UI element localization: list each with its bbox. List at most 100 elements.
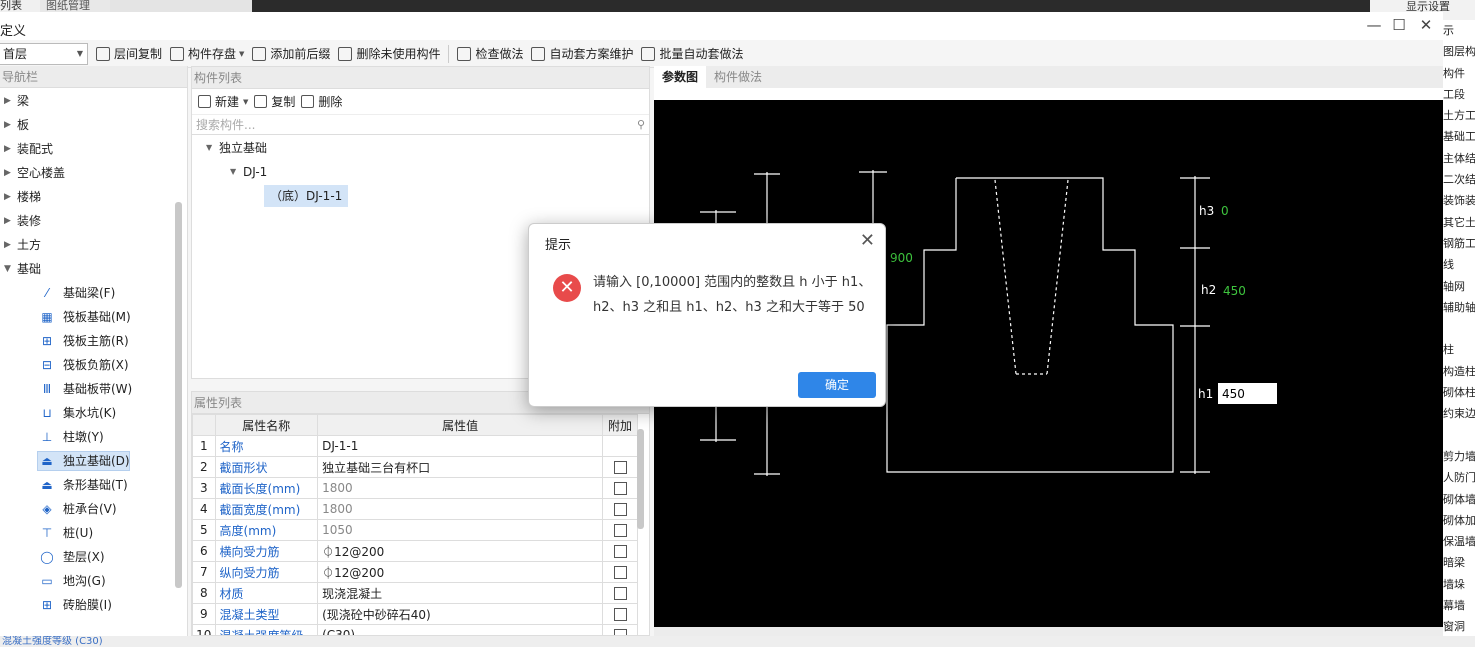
tree-node-child[interactable]: ▼ DJ-1 bbox=[192, 160, 649, 184]
extra-checkbox[interactable] bbox=[613, 608, 627, 621]
nav-subitem[interactable]: ⊔ 集水坑(K) bbox=[0, 401, 187, 425]
attribute-row[interactable]: 7 纵向受力筋 ⏀12@200 bbox=[192, 561, 638, 583]
tab-component-method[interactable]: 构件做法 bbox=[706, 66, 770, 88]
extra-checkbox[interactable] bbox=[613, 524, 627, 537]
background-right-item[interactable]: 土方工 bbox=[1443, 105, 1475, 126]
check-method-button[interactable]: 检查做法 bbox=[457, 43, 523, 65]
background-right-item[interactable]: 暗梁 bbox=[1443, 552, 1475, 573]
nav-subitem[interactable]: ▦ 筏板基础(M) bbox=[0, 305, 187, 329]
background-right-item[interactable]: 轴网 bbox=[1443, 276, 1475, 297]
attribute-value[interactable]: DJ-1-1 bbox=[317, 435, 604, 457]
tab-param-diagram[interactable]: 参数图 bbox=[654, 66, 707, 88]
extra-checkbox[interactable] bbox=[613, 545, 627, 558]
attribute-row[interactable]: 3 截面长度(mm) 1800 bbox=[192, 477, 638, 499]
value-h2[interactable]: 450 bbox=[1223, 284, 1246, 298]
ok-button[interactable]: 确定 bbox=[798, 372, 876, 398]
nav-subitem[interactable]: ⊥ 柱墩(Y) bbox=[0, 425, 187, 449]
background-right-item[interactable]: 线 bbox=[1443, 254, 1475, 275]
minimize-button[interactable]: — bbox=[1364, 16, 1384, 34]
attribute-value[interactable]: ⏀12@200 bbox=[317, 540, 604, 562]
nav-subitem[interactable]: Ⅲ 基础板带(W) bbox=[0, 377, 187, 401]
attribute-row[interactable]: 5 高度(mm) 1050 bbox=[192, 519, 638, 541]
background-right-item[interactable]: 辅助轴 bbox=[1443, 297, 1475, 318]
close-button[interactable]: ✕ bbox=[1416, 16, 1436, 34]
attribute-value[interactable]: 独立基础三台有杯口 bbox=[317, 456, 604, 478]
nav-subitem[interactable]: ⊞ 砖胎膜(I) bbox=[0, 593, 187, 617]
copy-between-floors-button[interactable]: 层间复制 bbox=[96, 43, 162, 65]
nav-category[interactable]: ▶ 板 bbox=[0, 113, 187, 137]
background-right-item[interactable] bbox=[1443, 318, 1475, 339]
delete-unused-button[interactable]: 删除未使用构件 bbox=[338, 43, 440, 65]
background-tab-drawing[interactable]: 图纸管理 bbox=[40, 0, 110, 12]
attribute-value[interactable]: (现浇砼中砂碎石40) bbox=[317, 603, 604, 625]
extra-checkbox[interactable] bbox=[613, 503, 627, 516]
extra-checkbox[interactable] bbox=[613, 482, 627, 495]
attribute-row[interactable]: 10 混凝土强度等级 (C30) bbox=[192, 624, 638, 635]
background-right-item[interactable]: 剪力墙 bbox=[1443, 446, 1475, 467]
nav-subitem[interactable]: ⊤ 桩(U) bbox=[0, 521, 187, 545]
nav-subitem[interactable]: ⊞ 筏板主筋(R) bbox=[0, 329, 187, 353]
attribute-value[interactable]: 1800 bbox=[317, 477, 604, 499]
background-right-item[interactable]: 构件 bbox=[1443, 63, 1475, 84]
nav-category[interactable]: ▶ 空心楼盖 bbox=[0, 161, 187, 185]
floor-select[interactable]: 首层 ▼ bbox=[0, 42, 88, 65]
background-right-item[interactable]: 示 bbox=[1443, 20, 1475, 41]
nav-subitem[interactable]: ⏏ 独立基础(D) bbox=[0, 449, 187, 473]
extra-checkbox[interactable] bbox=[613, 566, 627, 579]
extra-checkbox[interactable] bbox=[613, 587, 627, 600]
save-component-button[interactable]: 构件存盘 ▼ bbox=[170, 43, 244, 65]
value-900[interactable]: 900 bbox=[890, 251, 913, 265]
attribute-value[interactable]: (C30) bbox=[317, 624, 604, 635]
extra-checkbox[interactable] bbox=[613, 461, 627, 474]
background-right-item[interactable]: 砌体墙 bbox=[1443, 489, 1475, 510]
background-tab-list[interactable]: 列表 bbox=[0, 0, 40, 12]
background-right-item[interactable]: 保温墙 bbox=[1443, 531, 1475, 552]
background-right-item[interactable]: 基础工 bbox=[1443, 126, 1475, 147]
dialog-close-button[interactable]: ✕ bbox=[860, 230, 875, 251]
attribute-value[interactable]: 1050 bbox=[317, 519, 604, 541]
value-h1[interactable]: 450 bbox=[1222, 387, 1245, 401]
nav-category[interactable]: ▶ 装修 bbox=[0, 209, 187, 233]
attribute-row[interactable]: 4 截面宽度(mm) 1800 bbox=[192, 498, 638, 520]
background-right-item[interactable]: 构造柱 bbox=[1443, 361, 1475, 382]
background-right-item[interactable]: 二次结 bbox=[1443, 169, 1475, 190]
background-right-item[interactable]: 窗洞 bbox=[1443, 616, 1475, 637]
maximize-button[interactable]: ☐ bbox=[1389, 16, 1409, 34]
background-right-item[interactable] bbox=[1443, 425, 1475, 446]
background-right-item[interactable]: 砌体柱 bbox=[1443, 382, 1475, 403]
background-right-item[interactable]: 幕墙 bbox=[1443, 595, 1475, 616]
background-right-item[interactable]: 工段 bbox=[1443, 84, 1475, 105]
attribute-row[interactable]: 1 名称 DJ-1-1 bbox=[192, 435, 638, 457]
background-right-item[interactable]: 人防门 bbox=[1443, 467, 1475, 488]
background-right-item[interactable]: 钢筋工 bbox=[1443, 233, 1475, 254]
auto-scheme-button[interactable]: 自动套方案维护 bbox=[531, 43, 633, 65]
nav-category[interactable]: ▶ 装配式 bbox=[0, 137, 187, 161]
attribute-value[interactable]: 1800 bbox=[317, 498, 604, 520]
nav-subitem[interactable]: ▭ 地沟(G) bbox=[0, 569, 187, 593]
background-right-item[interactable]: 其它土 bbox=[1443, 212, 1475, 233]
nav-subitem[interactable]: ⊟ 筏板负筋(X) bbox=[0, 353, 187, 377]
component-search-input[interactable]: 搜索构件... ⚲ bbox=[192, 115, 649, 135]
background-right-item[interactable]: 墙垛 bbox=[1443, 574, 1475, 595]
nav-category[interactable]: ▶ 楼梯 bbox=[0, 185, 187, 209]
add-prefix-suffix-button[interactable]: 添加前后缀 bbox=[252, 43, 330, 65]
nav-subitem[interactable]: ⏏ 条形基础(T) bbox=[0, 473, 187, 497]
attribute-row[interactable]: 2 截面形状 独立基础三台有杯口 bbox=[192, 456, 638, 478]
extra-checkbox[interactable] bbox=[613, 629, 627, 635]
background-right-item[interactable]: 装饰装 bbox=[1443, 190, 1475, 211]
value-h3[interactable]: 0 bbox=[1221, 204, 1229, 218]
nav-subitem[interactable]: ◈ 桩承台(V) bbox=[0, 497, 187, 521]
nav-scrollbar[interactable] bbox=[175, 202, 182, 588]
tree-node-leaf-selected[interactable]: （底）DJ-1-1 bbox=[192, 184, 649, 208]
nav-category[interactable]: ▶ 梁 bbox=[0, 89, 187, 113]
batch-auto-button[interactable]: 批量自动套做法 bbox=[641, 43, 744, 65]
attribute-row[interactable]: 6 横向受力筋 ⏀12@200 bbox=[192, 540, 638, 562]
background-right-item[interactable]: 柱 bbox=[1443, 339, 1475, 360]
delete-component-button[interactable]: 删除 bbox=[301, 93, 342, 110]
tree-node-root[interactable]: ▼ 独立基础 bbox=[192, 136, 649, 160]
attribute-scrollbar[interactable] bbox=[637, 429, 644, 529]
background-right-item[interactable]: 图层构 bbox=[1443, 41, 1475, 62]
attribute-row[interactable]: 9 混凝土类型 (现浇砼中砂碎石40) bbox=[192, 603, 638, 625]
background-right-item[interactable]: 约束边 bbox=[1443, 403, 1475, 424]
background-right-item[interactable]: 砌体加 bbox=[1443, 510, 1475, 531]
